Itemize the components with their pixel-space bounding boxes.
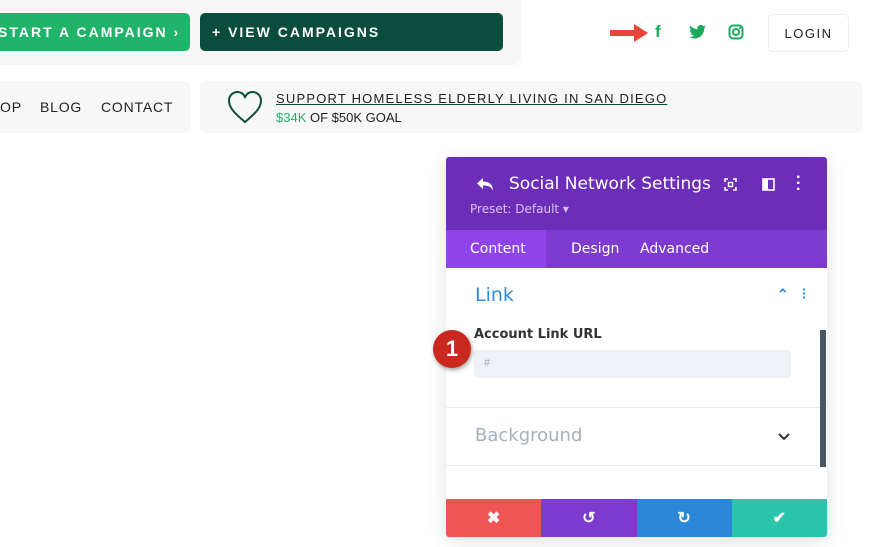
chevron-down-icon[interactable] [778,433,790,441]
heart-icon [227,90,263,124]
split-view-icon[interactable] [762,178,775,191]
settings-panel: Social Network Settings Preset: Default … [446,157,827,537]
panel-header: Social Network Settings Preset: Default … [446,157,827,230]
start-campaign-button[interactable]: START A CAMPAIGN › [0,13,190,51]
background-section-title[interactable]: Background [475,425,582,446]
section-options-icon[interactable]: · · · [802,282,807,304]
cancel-button[interactable]: ✖ [446,499,542,537]
divider [446,407,827,408]
account-link-url-label: Account Link URL [474,327,602,342]
divider [446,465,827,466]
goal-text: OF $50K GOAL [310,110,402,125]
fullscreen-icon[interactable] [724,178,737,191]
more-options-icon[interactable]: · · · [796,170,801,198]
twitter-icon[interactable] [689,25,706,39]
panel-tabs: Content Design Advanced [446,230,827,268]
panel-footer: ✖ ↺ ↻ ✔ [446,499,827,537]
back-icon[interactable] [476,177,494,192]
tab-content[interactable]: Content [446,230,546,268]
scrollbar[interactable] [820,330,826,467]
redo-button[interactable]: ↻ [636,499,732,537]
campaign-banner [200,81,862,133]
tab-advanced[interactable]: Advanced [640,230,709,268]
instagram-icon[interactable] [728,24,744,40]
preset-dropdown[interactable]: Preset: Default ▾ [470,202,569,216]
login-button[interactable]: LOGIN [768,14,849,52]
view-campaigns-button[interactable]: + VIEW CAMPAIGNS [200,13,503,51]
link-section-title[interactable]: Link [475,284,514,306]
account-link-url-input[interactable]: # [474,350,791,378]
nav-item-contact[interactable]: CONTACT [101,99,173,115]
nav-item-blog[interactable]: BLOG [40,99,82,115]
nav-item-shop[interactable]: OP [0,99,22,115]
campaign-title-link[interactable]: SUPPORT HOMELESS ELDERLY LIVING IN SAN D… [276,91,667,106]
panel-title: Social Network Settings [509,174,711,194]
tab-design[interactable]: Design [546,230,640,268]
red-arrow-icon [610,24,648,42]
chevron-up-icon[interactable]: ⌃ [777,286,789,303]
save-button[interactable]: ✔ [731,499,827,537]
undo-button[interactable]: ↺ [541,499,637,537]
step-badge: 1 [433,330,471,368]
raised-amount: $34K [276,110,307,125]
facebook-icon[interactable]: f [655,22,661,42]
